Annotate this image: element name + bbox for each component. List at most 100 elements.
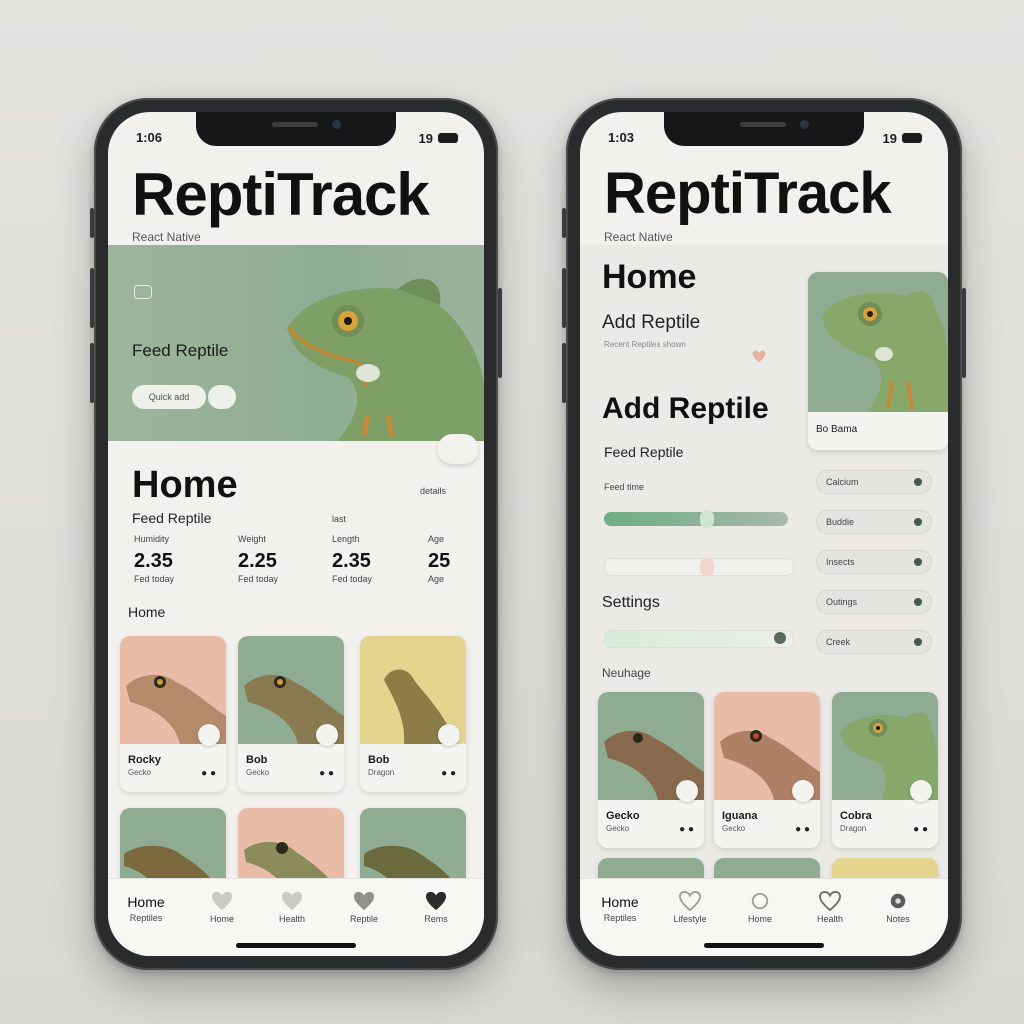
option-label: Outings [826, 597, 858, 607]
mute-switch [562, 208, 566, 238]
battery-icon [438, 133, 458, 143]
favorite-button[interactable] [316, 724, 338, 746]
tab-sub: Lifestyle [673, 914, 707, 924]
more-icon[interactable]: ● ● [679, 824, 694, 835]
option-label: Buddie [826, 517, 855, 527]
chameleon-image [822, 291, 948, 412]
stat-sub: Fed today [332, 574, 373, 584]
option-pill[interactable]: Buddie [816, 510, 932, 534]
more-icon[interactable]: ● ● [441, 768, 456, 779]
option-pill[interactable]: Insects [816, 550, 932, 574]
slider-knob[interactable] [774, 632, 786, 644]
tab-sub: Home [209, 914, 234, 924]
tab-health[interactable]: Health [262, 891, 322, 924]
tab-notes[interactable]: Notes [868, 891, 928, 924]
featured-reptile-card[interactable]: Bo Bama [808, 272, 948, 450]
favorite-button[interactable] [676, 780, 698, 802]
stat-value: 2.35 [134, 550, 173, 572]
battery-icon [902, 133, 922, 143]
reptile-card[interactable]: Gecko Gecko ● ● [598, 692, 704, 848]
reptile-card[interactable]: Iguana Gecko ● ● [714, 692, 820, 848]
amount-slider[interactable] [604, 558, 794, 576]
option-pill[interactable]: Creek [816, 630, 932, 654]
tab-lifestyle[interactable]: Lifestyle [660, 891, 720, 924]
tab-reptile[interactable]: Reptile [334, 891, 394, 924]
more-icon[interactable]: ● ● [201, 768, 216, 779]
tab-reptiles[interactable]: Home [192, 891, 252, 924]
phone-right: 1:03 19 ReptiTrack React Native Home Add… [562, 98, 966, 970]
hero-more-button[interactable] [208, 385, 236, 409]
reptile-card[interactable]: Cobra Dragon ● ● [832, 692, 938, 848]
circle-icon [751, 892, 769, 910]
favorite-button[interactable] [792, 780, 814, 802]
feed-slider[interactable] [604, 510, 788, 528]
screen-right: 1:03 19 ReptiTrack React Native Home Add… [580, 112, 948, 956]
slider-knob[interactable] [700, 510, 714, 528]
reptile-card[interactable]: Bob Dragon ● ● [360, 636, 466, 792]
tab-health[interactable]: Health [800, 891, 860, 924]
more-icon[interactable]: ● ● [913, 824, 928, 835]
more-icon[interactable]: ● ● [795, 824, 810, 835]
stat-head: Age [428, 534, 445, 544]
stat-sub: Fed today [238, 574, 279, 584]
add-reptile-heading: Add Reptile [602, 392, 769, 425]
heart-icon[interactable] [752, 350, 766, 363]
stat-head: Length [332, 534, 360, 544]
card-meta: Gecko [128, 768, 152, 777]
power-button [498, 288, 502, 378]
option-label: Calcium [826, 477, 859, 487]
tab-bar: Home Reptiles Home Health Reptile Rems [108, 878, 484, 956]
favorite-button[interactable] [910, 780, 932, 802]
hero-banner: Feed Reptile Quick add [108, 245, 484, 441]
option-label: Creek [826, 637, 851, 647]
settings-slider[interactable] [604, 630, 794, 648]
section-label: Home [128, 604, 166, 620]
tab-rems[interactable]: Rems [406, 891, 466, 924]
tab-sub: Health [816, 914, 843, 924]
tab-sub: Reptile [349, 914, 378, 924]
home-heading: Home [602, 258, 697, 296]
option-pill[interactable]: Calcium [816, 470, 932, 494]
phone-left: 1:06 19 ReptiTrack React Native Feed Rep… [90, 98, 502, 970]
tab-sub: Reptiles [129, 913, 163, 923]
volume-up-button [90, 268, 94, 328]
tab-label: Home [127, 894, 165, 910]
hero-quick-add-button[interactable]: Quick add [132, 385, 206, 409]
heart-icon [679, 891, 701, 911]
tab-sub: Notes [886, 914, 910, 924]
screen-left: 1:06 19 ReptiTrack React Native Feed Rep… [108, 112, 484, 956]
tab-sub: Health [278, 914, 305, 924]
tab-home-2[interactable]: Home [730, 891, 790, 924]
feed-aside: last [332, 514, 347, 524]
favorite-button[interactable] [438, 724, 460, 746]
chameleon-image [286, 278, 484, 441]
featured-caption: Bo Bama [816, 424, 858, 435]
slider-knob[interactable] [700, 558, 714, 576]
status-signal: 19 [882, 130, 897, 146]
card-meta: Dragon [368, 768, 395, 777]
stat-value: 2.35 [332, 550, 371, 572]
card-meta: Gecko [722, 824, 746, 833]
heart-icon [282, 891, 302, 911]
option-pill[interactable]: Outings [816, 590, 932, 614]
favorite-button[interactable] [198, 724, 220, 746]
tab-bar: Home Reptiles Lifestyle Home Health Note… [580, 878, 948, 956]
hero-fav-chip[interactable] [438, 434, 478, 464]
volume-down-button [90, 343, 94, 403]
card-name: Cobra [840, 810, 872, 822]
home-aside: details [420, 486, 447, 496]
power-button [962, 288, 966, 378]
tab-home[interactable]: Home Reptiles [590, 891, 650, 923]
tab-home[interactable]: Home Reptiles [116, 891, 176, 923]
reptile-card[interactable]: Bob Gecko ● ● [238, 636, 344, 792]
card-name: Bob [246, 754, 268, 766]
card-name: Iguana [722, 810, 758, 822]
hero-label: Feed Reptile [132, 341, 229, 360]
reptile-card[interactable]: Rocky Gecko ● ● [120, 636, 226, 792]
feed-label: Feed Reptile [132, 510, 212, 526]
stat-head: Weight [238, 534, 266, 544]
heart-icon [426, 891, 446, 911]
card-meta: Gecko [606, 824, 630, 833]
more-icon[interactable]: ● ● [319, 768, 334, 779]
add-reptile-link[interactable]: Add Reptile [602, 312, 700, 334]
